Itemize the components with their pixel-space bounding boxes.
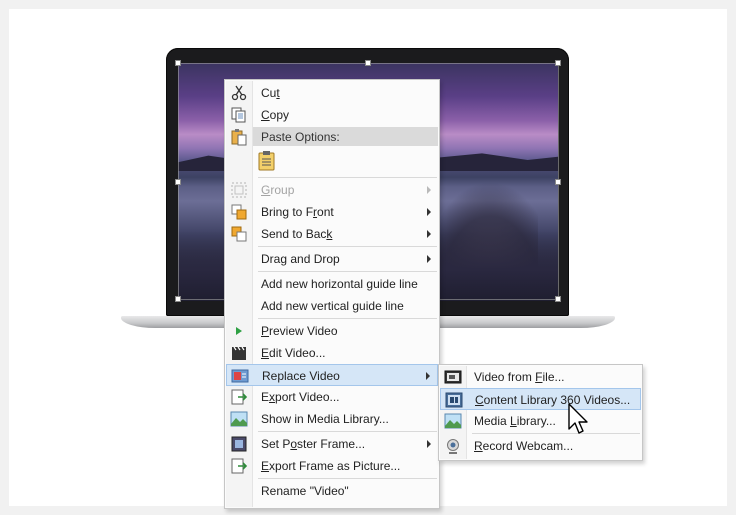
menu-item-label: Rename "Video" (261, 484, 349, 498)
menu-item-label: Add new vertical guide line (261, 299, 404, 313)
menu-item-send-to-back[interactable]: Send to Back (226, 223, 438, 245)
menu-item-label: Bring to Front (261, 205, 334, 219)
menu-item-rename[interactable]: Rename "Video" (226, 480, 438, 502)
separator (258, 478, 437, 479)
content-library-icon (445, 391, 463, 409)
menu-item-label: Export Video... (261, 390, 340, 404)
bring-to-front-icon (230, 203, 248, 221)
clapperboard-icon (230, 344, 248, 362)
poster-frame-icon (230, 435, 248, 453)
menu-item-drag-and-drop[interactable]: Drag and Drop (226, 248, 438, 270)
paste-options-label: Paste Options: (261, 130, 340, 144)
submenu-item-label: Record Webcam... (474, 439, 574, 453)
submenu-arrow-icon (427, 186, 431, 194)
menu-item-label: Show in Media Library... (261, 412, 389, 426)
menu-item-copy[interactable]: Copy (226, 104, 438, 126)
paste-options-header: Paste Options: (253, 127, 438, 146)
separator (258, 246, 437, 247)
resize-handle-left[interactable] (175, 179, 181, 185)
media-library-icon (444, 412, 462, 430)
menu-item-export-frame-as-picture[interactable]: Export Frame as Picture... (226, 455, 438, 477)
submenu-item-label: Media Library... (474, 414, 556, 428)
menu-item-label: Set Poster Frame... (261, 437, 366, 451)
paste-keep-formatting-button[interactable] (257, 150, 277, 172)
replace-video-submenu: Video from File... Content Library 360 V… (438, 364, 643, 461)
separator (258, 271, 437, 272)
resize-handle-bottom-right[interactable] (555, 296, 561, 302)
resize-handle-top[interactable] (365, 60, 371, 66)
copy-icon (230, 106, 248, 124)
menu-item-label: Edit Video... (261, 346, 326, 360)
separator (472, 433, 640, 434)
scissors-icon (230, 84, 248, 102)
menu-item-label: Replace Video (262, 369, 340, 383)
video-file-icon (444, 368, 462, 386)
submenu-arrow-icon (427, 255, 431, 263)
menu-item-label: Group (261, 183, 295, 197)
submenu-arrow-icon (427, 208, 431, 216)
menu-item-label: Send to Back (261, 227, 333, 241)
submenu-arrow-icon (426, 372, 430, 380)
submenu-item-label: Video from File... (474, 370, 565, 384)
menu-item-group: Group (226, 179, 438, 201)
export-icon (230, 388, 248, 406)
separator (258, 318, 437, 319)
media-library-icon (230, 410, 248, 428)
menu-item-label: Copy (261, 108, 290, 122)
submenu-item-video-from-file[interactable]: Video from File... (440, 366, 641, 388)
resize-handle-top-right[interactable] (555, 60, 561, 66)
paste-icon (230, 128, 248, 146)
menu-item-bring-to-front[interactable]: Bring to Front (226, 201, 438, 223)
export-frame-icon (230, 457, 248, 475)
menu-item-label: Add new horizontal guide line (261, 277, 418, 291)
menu-item-label: Cut (261, 86, 280, 100)
submenu-arrow-icon (427, 230, 431, 238)
menu-item-export-video[interactable]: Export Video... (226, 386, 438, 408)
resize-handle-top-left[interactable] (175, 60, 181, 66)
menu-item-replace-video[interactable]: Replace Video (226, 364, 438, 386)
mouse-pointer-icon (568, 403, 590, 437)
menu-item-add-vertical-guide[interactable]: Add new vertical guide line (226, 295, 438, 317)
separator (258, 177, 437, 178)
separator (258, 431, 437, 432)
menu-item-show-in-media-library[interactable]: Show in Media Library... (226, 408, 438, 430)
submenu-item-media-library[interactable]: Media Library... (440, 410, 641, 432)
submenu-item-label: Content Library 360 Videos... (475, 393, 631, 407)
submenu-item-content-library-360[interactable]: Content Library 360 Videos... (440, 388, 641, 410)
menu-item-preview-video[interactable]: Preview Video (226, 320, 438, 342)
menu-item-add-horizontal-guide[interactable]: Add new horizontal guide line (226, 273, 438, 295)
context-menu: Cut Copy Paste Options: Group Bring to F… (224, 79, 440, 509)
resize-handle-right[interactable] (555, 179, 561, 185)
resize-handle-bottom-left[interactable] (175, 296, 181, 302)
webcam-icon (444, 437, 462, 455)
menu-item-set-poster-frame[interactable]: Set Poster Frame... (226, 433, 438, 455)
play-icon (230, 322, 248, 340)
submenu-arrow-icon (427, 440, 431, 448)
menu-item-label: Preview Video (261, 324, 338, 338)
clipboard-icon (257, 151, 277, 175)
group-icon (230, 181, 248, 199)
menu-item-cut[interactable]: Cut (226, 82, 438, 104)
replace-video-icon (231, 367, 249, 385)
menu-item-label: Drag and Drop (261, 252, 340, 266)
submenu-item-record-webcam[interactable]: Record Webcam... (440, 435, 641, 457)
menu-item-edit-video[interactable]: Edit Video... (226, 342, 438, 364)
menu-item-label: Export Frame as Picture... (261, 459, 401, 473)
send-to-back-icon (230, 225, 248, 243)
